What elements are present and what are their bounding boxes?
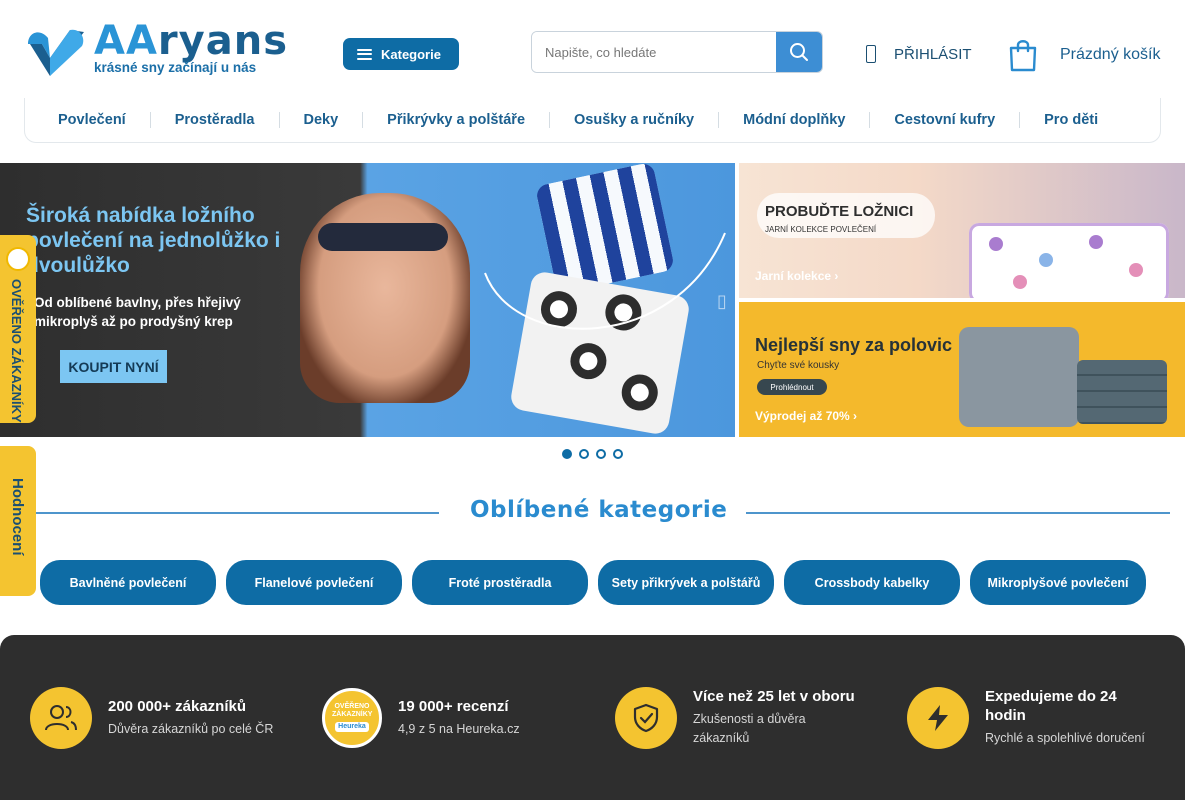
login-label: PŘIHLÁSIT bbox=[894, 45, 972, 63]
shield-check-icon bbox=[615, 686, 677, 749]
towels-image bbox=[1077, 360, 1167, 424]
user-icon bbox=[866, 45, 876, 63]
heureka-seal-icon: OVĚŘENO ZÁKAZNÍKY Heureka bbox=[322, 687, 382, 748]
spring-collection-link[interactable]: Jarní kolekce › bbox=[755, 269, 838, 283]
feature-title: 19 000+ recenzí bbox=[398, 697, 509, 715]
section-title: Oblíbené kategorie bbox=[470, 497, 728, 523]
verified-tab-label: OVĚŘENO ZÁKAZNÍKY bbox=[9, 279, 24, 423]
feature-subtitle: Důvěra zákazníků po celé ČR bbox=[108, 721, 274, 736]
login-link[interactable]: PŘIHLÁSIT bbox=[866, 40, 972, 68]
heading-line bbox=[746, 512, 1170, 514]
cart-link[interactable]: Prázdný košík bbox=[1008, 38, 1160, 72]
nav-item-povleceni[interactable]: Povlečení bbox=[58, 112, 126, 128]
shop-now-button[interactable]: KOUPIT NYNÍ bbox=[60, 350, 167, 383]
feature-subtitle: Zkušenosti a důvěra zákazníků bbox=[693, 712, 806, 745]
categories-button[interactable]: Kategorie bbox=[343, 38, 459, 70]
swoosh-decoration bbox=[484, 232, 726, 330]
nav-separator bbox=[278, 112, 280, 128]
feature-reviews: OVĚŘENO ZÁKAZNÍKY Heureka 19 000+ recenz… bbox=[322, 635, 568, 800]
lightning-icon bbox=[907, 686, 969, 749]
grey-bedding-image bbox=[959, 327, 1079, 427]
slider-dot[interactable] bbox=[613, 449, 623, 459]
sale-banner-title: Nejlepší sny za polovic bbox=[755, 335, 953, 355]
feature-title: 200 000+ zákazníků bbox=[108, 697, 247, 715]
spring-banner-subtitle: JARNÍ KOLEKCE POVLEČENÍ bbox=[765, 225, 877, 234]
search-icon bbox=[790, 43, 808, 61]
slider-dot[interactable] bbox=[579, 449, 589, 459]
search-box bbox=[531, 31, 823, 73]
hero-title: Široká nabídka ložního povlečení na jedn… bbox=[26, 204, 281, 277]
nav-item-prikryvky[interactable]: Přikrývky a polštáře bbox=[387, 112, 525, 128]
nav-item-pro-deti[interactable]: Pro děti bbox=[1044, 112, 1098, 128]
logo-wordmark: AAryans bbox=[94, 18, 288, 64]
nav-item-cestovni-kufry[interactable]: Cestovní kufry bbox=[894, 112, 995, 128]
categories-button-label: Kategorie bbox=[381, 46, 441, 62]
slider-dot[interactable] bbox=[562, 449, 572, 459]
nav-item-prosteradla[interactable]: Prostěradla bbox=[175, 112, 255, 128]
category-pill[interactable]: Froté prostěradla bbox=[412, 560, 588, 605]
rating-tab[interactable]: Hodnocení bbox=[0, 446, 36, 596]
category-pill[interactable]: Sety přikrývek a polštářů bbox=[598, 560, 774, 605]
feature-experience: Více než 25 let v oboru Zkušenosti a dův… bbox=[615, 635, 863, 800]
nav-separator bbox=[549, 112, 551, 128]
bedding-image bbox=[969, 223, 1169, 298]
feature-subtitle: Rychlé a spolehlivé doručení bbox=[985, 731, 1145, 745]
nav-item-modni-doplnky[interactable]: Módní doplňky bbox=[743, 112, 845, 128]
shopping-bag-icon bbox=[1009, 40, 1037, 72]
rating-tab-label: Hodnocení bbox=[9, 478, 26, 556]
hero-banner[interactable]: Široká nabídka ložního povlečení na jedn… bbox=[0, 163, 735, 437]
verified-customers-tab[interactable]: OVĚŘENO ZÁKAZNÍKY bbox=[0, 235, 36, 423]
feature-title: Více než 25 let v oboru bbox=[693, 688, 855, 705]
category-pill[interactable]: Flanelové povlečení bbox=[226, 560, 402, 605]
header: AAryans krásné sny začínají u nás Katego… bbox=[0, 0, 1185, 98]
logo[interactable]: AAryans krásné sny začínají u nás bbox=[24, 18, 287, 80]
spring-collection-banner[interactable]: PROBUĎTE LOŽNICI JARNÍ KOLEKCE POVLEČENÍ… bbox=[739, 163, 1185, 298]
slider-next-icon[interactable]: ▯ bbox=[717, 291, 727, 312]
nav-separator bbox=[869, 112, 871, 128]
search-input[interactable] bbox=[532, 32, 777, 72]
category-pill[interactable]: Bavlněné povlečení bbox=[40, 560, 216, 605]
feature-customers: 200 000+ zákazníků Důvěra zákazníků po c… bbox=[30, 635, 278, 800]
sleep-mask-image bbox=[318, 223, 448, 251]
sale-link[interactable]: Výprodej až 70% › bbox=[755, 409, 857, 423]
nav-separator bbox=[718, 112, 720, 128]
feature-shipping: Expedujeme do 24 hodin Rychlé a spolehli… bbox=[907, 635, 1155, 800]
slider-dots bbox=[562, 449, 623, 459]
main-nav: Povlečení Prostěradla Deky Přikrývky a p… bbox=[24, 98, 1161, 143]
sale-banner-subtitle: Chyťte své kousky bbox=[757, 360, 840, 371]
spring-banner-title: PROBUĎTE LOŽNICI bbox=[765, 203, 914, 220]
feature-title: Expedujeme do 24 hodin bbox=[985, 688, 1117, 724]
nav-separator bbox=[1019, 112, 1021, 128]
verified-seal-icon bbox=[6, 247, 30, 271]
popular-categories-heading: Oblíbené kategorie bbox=[36, 495, 1170, 531]
menu-icon bbox=[357, 48, 372, 60]
category-pill[interactable]: Mikroplyšové povlečení bbox=[970, 560, 1146, 605]
nav-separator bbox=[362, 112, 364, 128]
nav-item-deky[interactable]: Deky bbox=[304, 112, 339, 128]
logo-tagline: krásné sny začínají u nás bbox=[94, 60, 257, 75]
popular-categories: Bavlněné povlečení Flanelové povlečení F… bbox=[40, 560, 1146, 605]
trust-strip: 200 000+ zákazníků Důvěra zákazníků po c… bbox=[0, 635, 1185, 800]
cart-label: Prázdný košík bbox=[1060, 46, 1161, 63]
hero-text: Od oblíbené bavlny, přes hřejivý mikropl… bbox=[34, 295, 241, 329]
logo-heart-icon bbox=[28, 29, 84, 76]
nav-item-osusky[interactable]: Osušky a ručníky bbox=[574, 112, 694, 128]
users-icon bbox=[30, 686, 92, 749]
category-pill[interactable]: Crossbody kabelky bbox=[784, 560, 960, 605]
sale-banner[interactable]: Nejlepší sny za polovic Chyťte své kousk… bbox=[739, 302, 1185, 437]
search-button[interactable] bbox=[776, 32, 822, 72]
slider-dot[interactable] bbox=[596, 449, 606, 459]
browse-button[interactable]: Prohlédnout bbox=[757, 379, 827, 395]
nav-separator bbox=[149, 112, 151, 128]
heading-line bbox=[36, 512, 439, 514]
feature-subtitle: 4,9 z 5 na Heureka.cz bbox=[398, 721, 520, 736]
